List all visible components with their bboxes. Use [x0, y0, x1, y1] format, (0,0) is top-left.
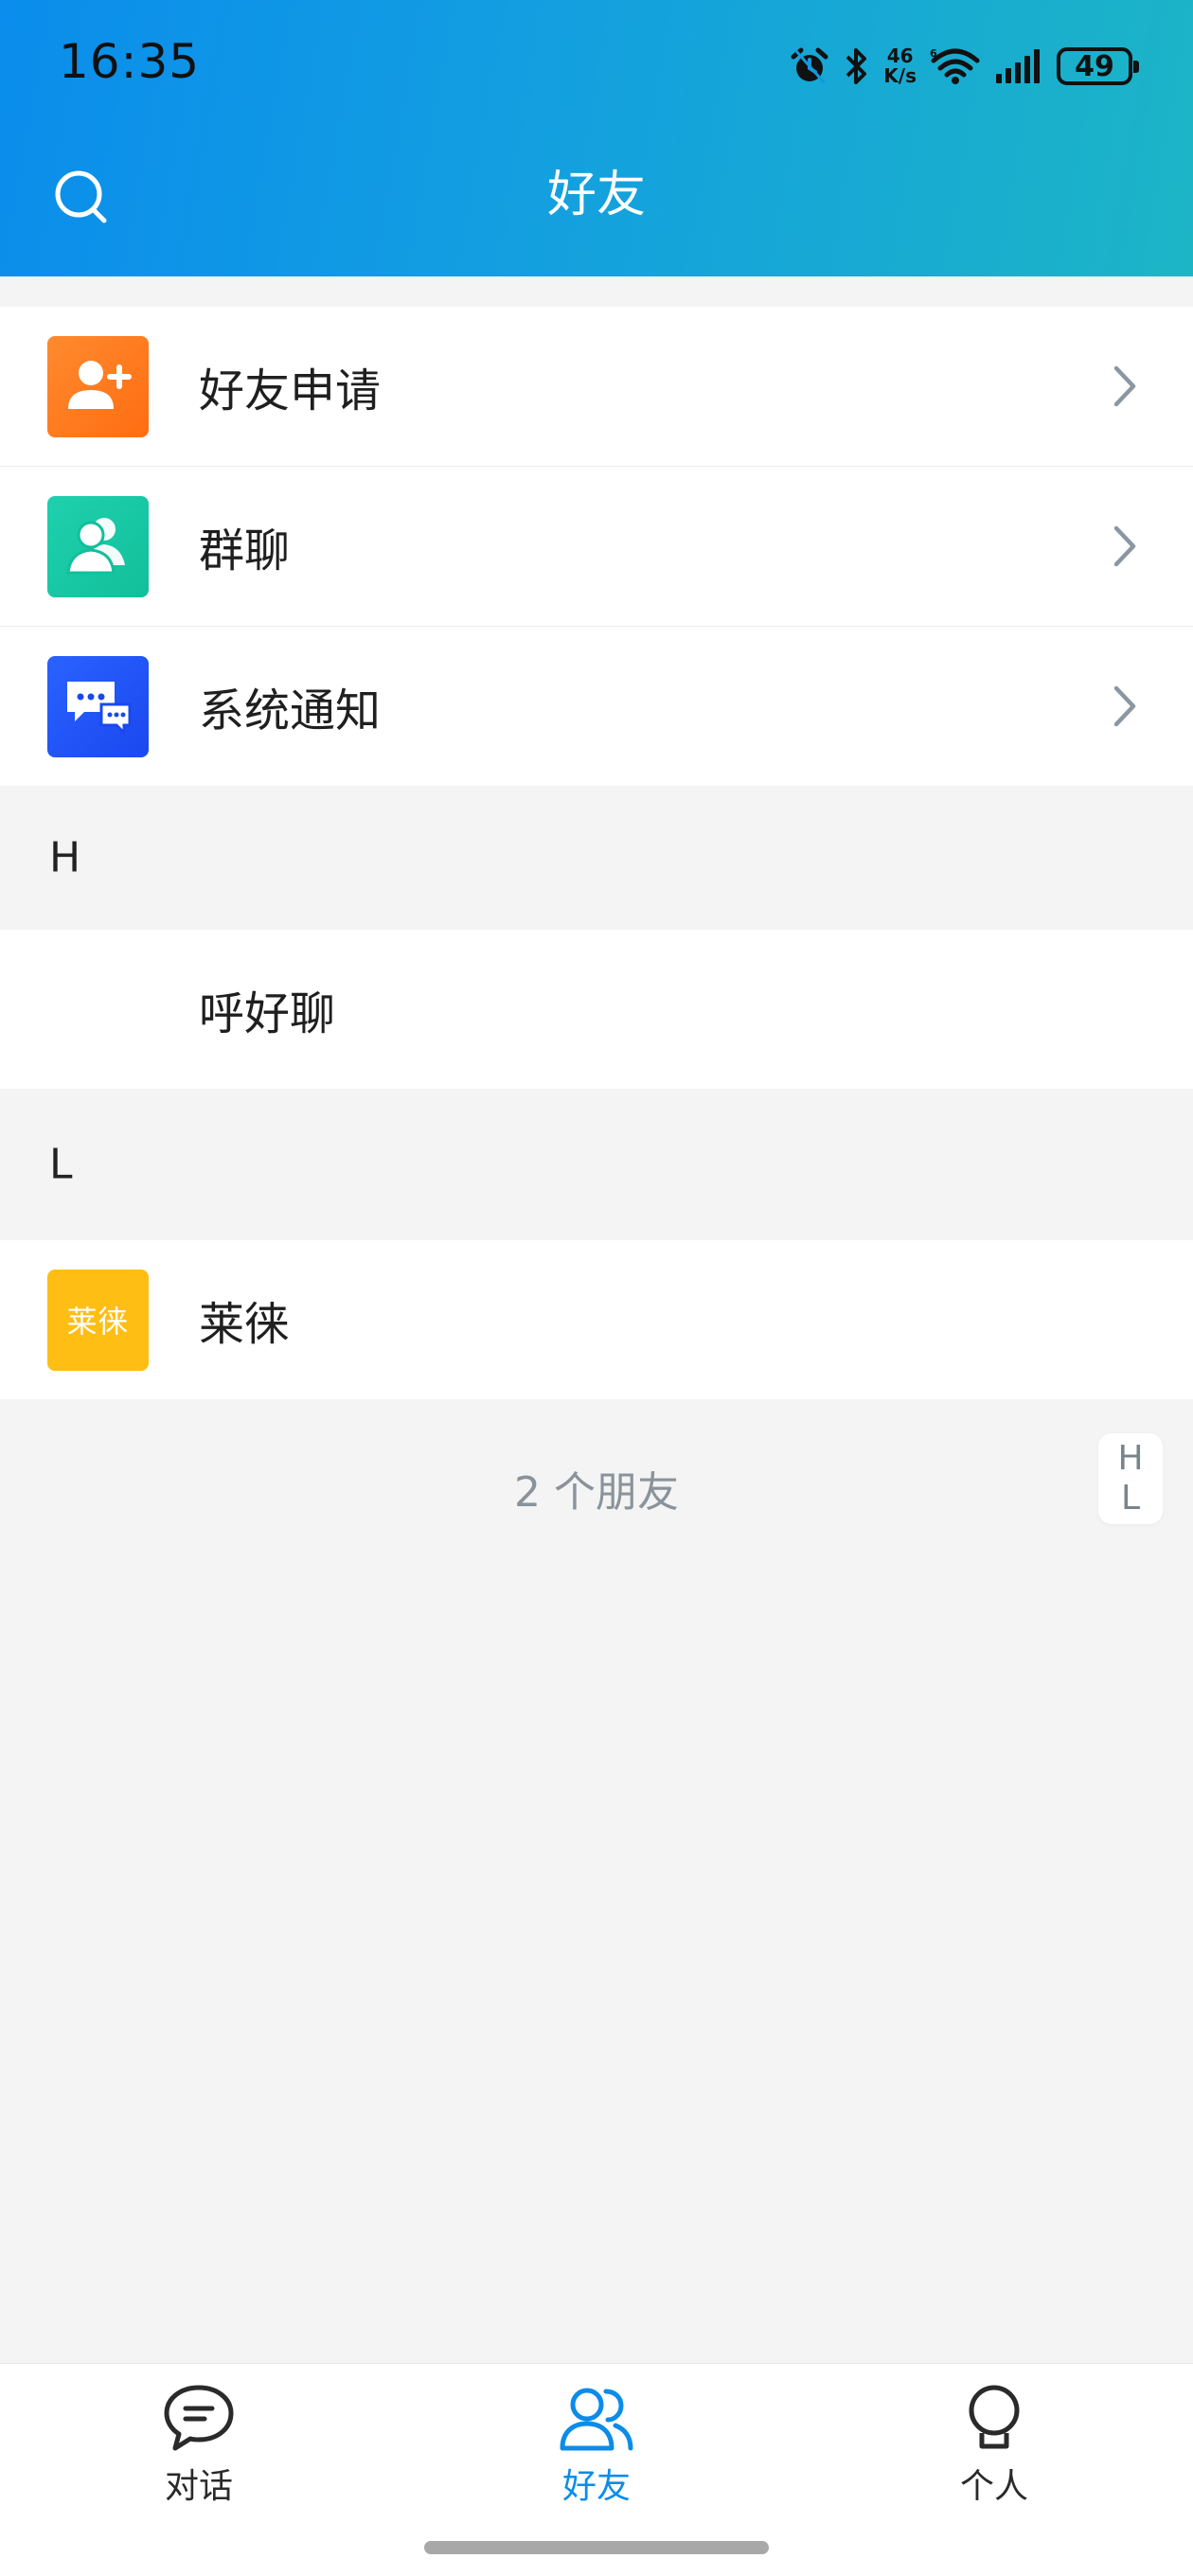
alphabet-index-bar[interactable]: H L: [1098, 1433, 1163, 1524]
group-chats-label: 群聊: [199, 524, 291, 577]
tab-label: 对话: [164, 2467, 233, 2506]
contact-name: 莱徕: [199, 1298, 291, 1351]
tab-label: 好友: [561, 2467, 631, 2506]
friends-icon: [557, 2381, 636, 2457]
alarm-icon: [789, 45, 830, 87]
status-icons: 46 K/s 6 49: [789, 40, 1139, 93]
avatar: [47, 958, 149, 1060]
network-speed: 46 K/s: [883, 46, 917, 86]
section-letter: H: [49, 833, 81, 882]
svg-text:6: 6: [930, 47, 937, 60]
tab-label: 个人: [959, 2467, 1028, 2506]
index-letter-h[interactable]: H: [1117, 1439, 1143, 1479]
contact-row[interactable]: 呼好聊: [0, 930, 1193, 1089]
chat-icon: [159, 2381, 239, 2457]
cellular-signal-icon: [994, 47, 1043, 85]
system-notifications-label: 系统通知: [199, 684, 382, 737]
tab-profile[interactable]: 个人: [795, 2364, 1193, 2525]
tab-friends[interactable]: 好友: [398, 2364, 795, 2525]
bluetooth-icon: [844, 45, 870, 87]
app-header: 16:35 46 K/s 6 49 好友: [0, 0, 1193, 276]
section-letter: L: [49, 1140, 73, 1189]
page-title: 好友: [546, 167, 646, 223]
home-indicator[interactable]: [424, 2541, 769, 2554]
friend-requests-row[interactable]: 好友申请: [0, 307, 1193, 466]
network-speed-value: 46: [886, 44, 914, 67]
group-chats-row[interactable]: 群聊: [0, 467, 1193, 626]
battery-indicator: 49: [1057, 47, 1139, 85]
wifi-icon: 6: [930, 45, 981, 87]
group-icon: [47, 495, 149, 597]
chevron-right-icon: [1106, 520, 1144, 573]
status-time: 16:35: [59, 34, 201, 89]
section-header-l: L: [0, 1093, 1193, 1236]
chevron-right-icon: [1106, 680, 1144, 733]
index-letter-l[interactable]: L: [1121, 1479, 1140, 1519]
contact-name: 呼好聊: [199, 987, 336, 1040]
status-bar: 16:35 46 K/s 6 49: [0, 0, 1193, 133]
notification-chat-icon: [47, 655, 149, 757]
network-speed-unit: K/s: [883, 64, 917, 87]
section-header-h: H: [0, 786, 1193, 930]
avatar-initials: 莱徕: [66, 1304, 130, 1340]
avatar: 莱徕: [47, 1269, 149, 1371]
contact-row[interactable]: 莱徕 莱徕: [0, 1240, 1193, 1399]
chevron-right-icon: [1106, 360, 1144, 413]
profile-icon: [954, 2381, 1034, 2457]
add-user-icon: [47, 335, 149, 437]
tab-conversations[interactable]: 对话: [0, 2364, 398, 2525]
system-notifications-row[interactable]: 系统通知: [0, 627, 1193, 786]
friend-count: 2 个朋友: [514, 1468, 679, 1517]
friend-requests-label: 好友申请: [199, 364, 382, 417]
battery-level: 49: [1075, 49, 1114, 83]
